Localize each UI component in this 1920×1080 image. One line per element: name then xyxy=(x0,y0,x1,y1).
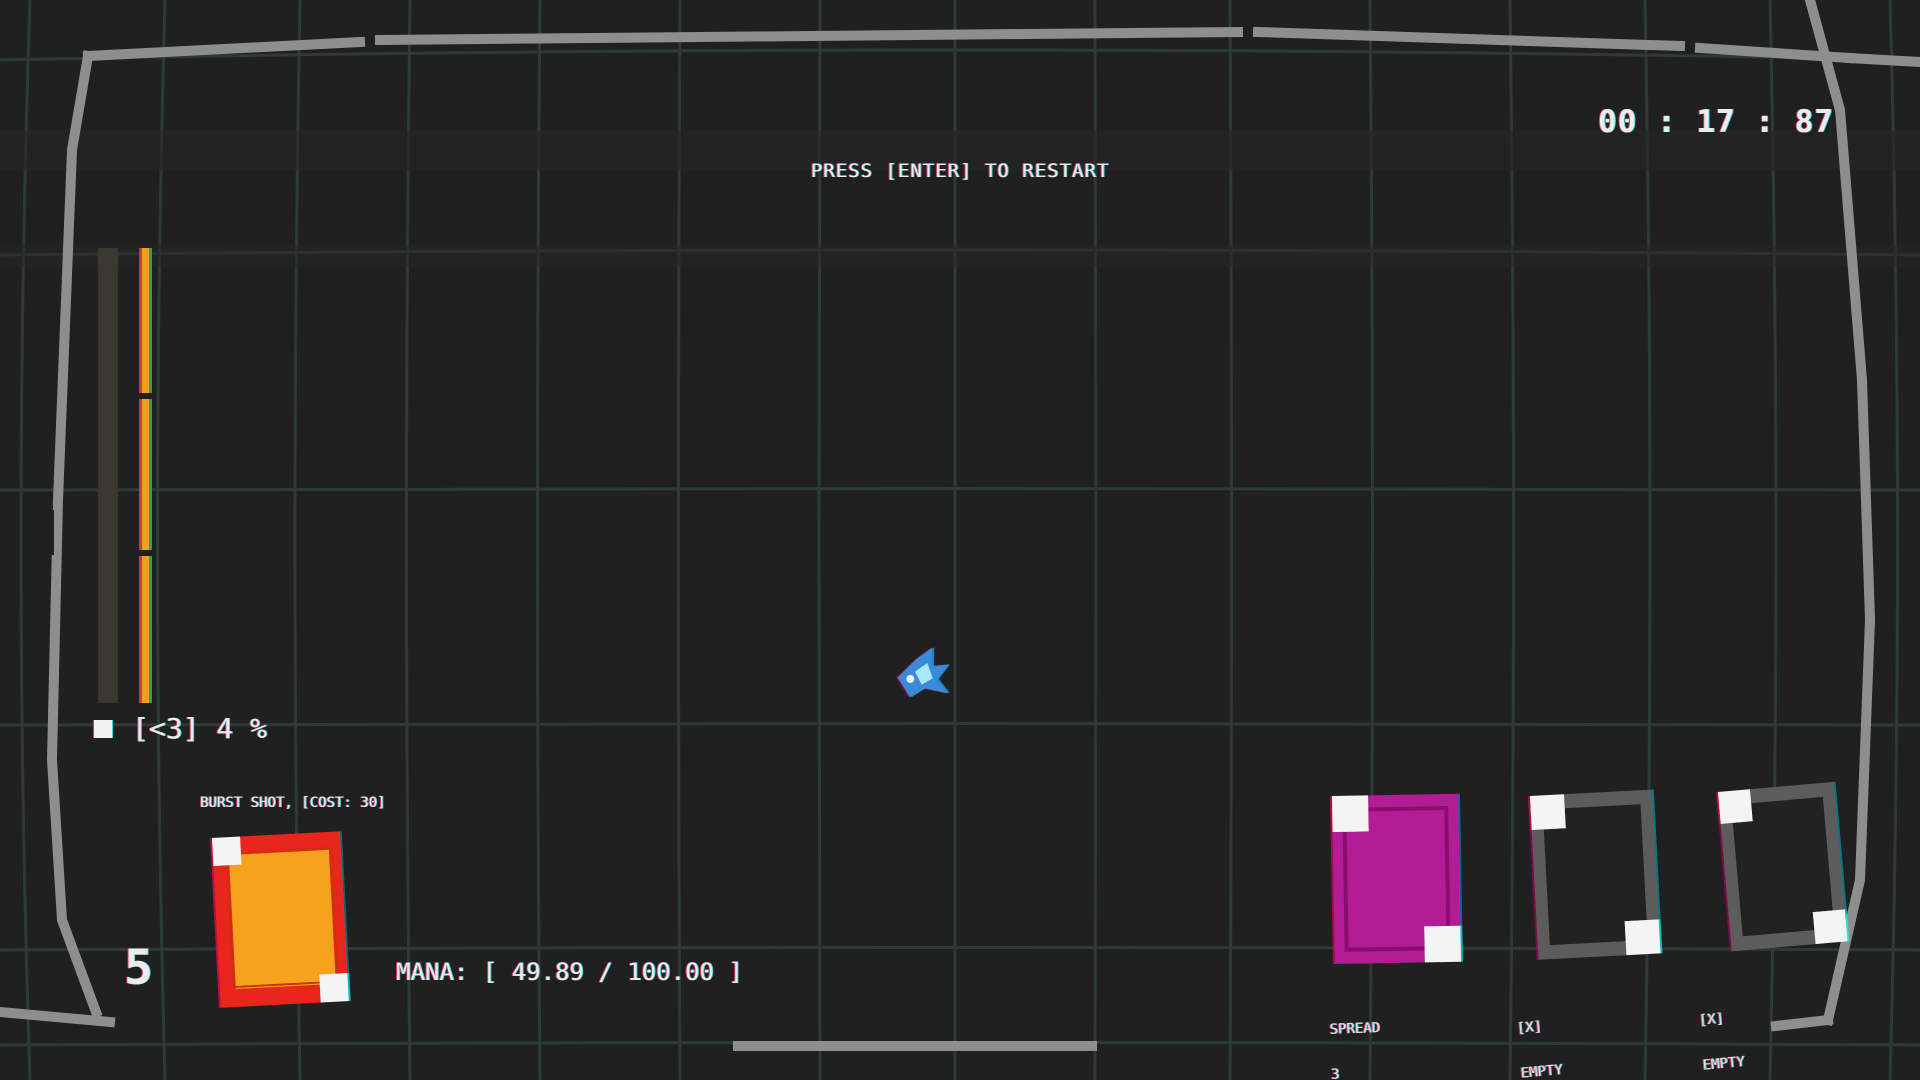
spell-slot-2-card xyxy=(1530,789,1661,960)
active-spell-description: BURST SHOT, [COST: 30] xyxy=(200,795,386,811)
spell-slot-3-card xyxy=(1718,781,1848,952)
active-spell-card xyxy=(212,831,349,1008)
restart-prompt: PRESS [ENTER] TO RESTART xyxy=(810,160,1110,182)
health-icon xyxy=(94,720,112,738)
spell-slot-3-name: EMPTY xyxy=(1701,1054,1746,1074)
spell-slot-2-name: EMPTY xyxy=(1519,1062,1564,1080)
health-bar xyxy=(98,248,154,703)
player-ship xyxy=(897,647,949,698)
health-bar-track xyxy=(98,248,118,703)
spell-slot-1-card xyxy=(1332,793,1461,964)
mana-readout: MANA: [ 49.89 / 100.00 ] xyxy=(396,958,743,986)
timer: 00 : 17 : 87 xyxy=(1598,104,1834,140)
spell-slot-3-key: [X] xyxy=(1698,1010,1725,1029)
health-bar-fill xyxy=(142,248,149,703)
health-readout: [<3] 4 % xyxy=(132,712,267,745)
spell-slot-1-name: SPREAD xyxy=(1329,1020,1381,1038)
level-number: 5 xyxy=(124,940,153,996)
spell-slot-1-count: 3 xyxy=(1330,1066,1340,1080)
spell-slot-2-key: [X] xyxy=(1516,1018,1543,1037)
spell-slot-1-label: SPREAD 3 xyxy=(1328,991,1382,1080)
